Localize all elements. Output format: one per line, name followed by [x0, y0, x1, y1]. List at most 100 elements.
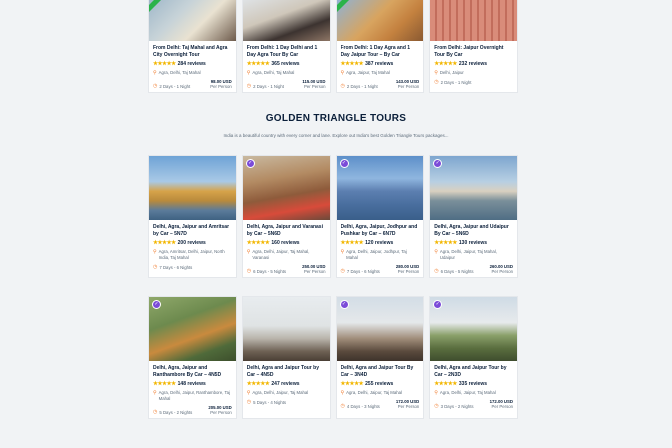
tour-title[interactable]: Delhi, Agra, Jaipur and Udaipur By Car –… [434, 224, 513, 237]
location-pin-icon: ⚲ [340, 70, 345, 76]
star-icon: ★★★★★ [153, 381, 176, 387]
verified-badge-icon: ✓ [245, 159, 255, 168]
clock-icon: ◷ [246, 83, 252, 89]
clock-icon: ◷ [153, 264, 158, 270]
tour-price: 98.00 USD Per Person [210, 79, 232, 89]
star-icon: ★★★★★ [340, 381, 364, 387]
tour-places: Agra, Delhi, Jaipur, Taj Mahal, Varanasi [252, 249, 310, 260]
clock-icon: ◷ [246, 268, 252, 274]
tour-duration: 2 Days - 1 Night [159, 83, 191, 89]
location-pin-icon: ⚲ [246, 70, 251, 76]
top-tours-row: From Delhi: Taj Mahal and Agra City Over… [148, 0, 518, 93]
tour-photo[interactable] [242, 297, 330, 361]
tour-card[interactable]: From Delhi: Taj Mahal and Agra City Over… [148, 0, 237, 93]
tour-card[interactable]: ✓ Delhi, Agra and Jaipur Tour By Car – 3… [335, 296, 425, 419]
clock-icon: ◷ [434, 268, 439, 274]
ribbon-badge [148, 0, 165, 15]
location-pin-icon: ⚲ [434, 390, 438, 396]
tour-card[interactable]: From Delhi: Jaipur Overnight Tour By Car… [429, 0, 518, 93]
verified-badge-icon: ✓ [339, 300, 349, 309]
tour-title[interactable]: From Delhi: 1 Day Agra and 1 Day Jaipur … [341, 45, 420, 58]
tour-photo[interactable] [242, 0, 330, 41]
tour-photo[interactable]: ✓ [149, 297, 236, 361]
tour-card[interactable]: From Delhi: 1 Day Agra and 1 Day Jaipur … [335, 0, 425, 93]
tour-places: Agra, Delhi, Taj Mahal [252, 70, 295, 75]
tour-duration: 7 Days - 6 Nights [159, 264, 193, 270]
tour-title[interactable]: From Delhi: 1 Day Delhi and 1 Day Agra T… [247, 45, 326, 58]
review-count: 232 reviews [458, 61, 487, 67]
tour-duration: 3 Days - 2 Nights [440, 403, 474, 409]
tour-photo[interactable]: ✓ [336, 297, 424, 361]
tour-title[interactable]: Delhi, Agra and Jaipur Tour By Car – 3N4… [341, 365, 420, 378]
tour-card[interactable]: ✓ Delhi, Agra, Jaipur and Udaipur By Car… [429, 155, 518, 278]
location-pin-icon: ⚲ [434, 70, 438, 76]
tour-photo[interactable] [336, 0, 424, 41]
tour-places: Agra, Delhi, Jaipur, Jodhpur, Taj Mahal [346, 249, 407, 260]
tour-price: 172.00 USD Per Person [395, 399, 420, 409]
location-pin-icon: ⚲ [246, 249, 251, 255]
clock-icon: ◷ [153, 409, 158, 415]
tour-card[interactable]: ✓ Delhi, Agra and Jaipur Tour by Car – 2… [429, 296, 518, 419]
tour-photo[interactable]: ✓ [336, 156, 424, 220]
tour-photo[interactable] [430, 0, 517, 41]
tour-photo[interactable]: ✓ [242, 156, 330, 220]
tour-places: Agra, Delhi, Taj Mahal [158, 70, 201, 75]
review-count: 120 reviews [365, 240, 394, 246]
tour-places: Agra, Delhi, Jaipur, Taj Mahal [439, 390, 496, 395]
review-count: 365 reviews [271, 61, 300, 67]
tour-places: Agra, Delhi, Jaipur, Taj Mahal [252, 390, 309, 395]
tour-places: Delhi, Jaipur [439, 70, 464, 75]
review-count: 148 reviews [177, 381, 206, 387]
tour-card[interactable]: ✓ Delhi, Agra, Jaipur, Jodhpur and Pushk… [335, 155, 425, 278]
star-icon: ★★★★★ [340, 61, 364, 67]
review-count: 255 reviews [365, 381, 394, 387]
tour-photo[interactable] [148, 0, 236, 41]
tour-title[interactable]: Delhi, Agra, Jaipur and Varanasi by Car … [247, 224, 326, 237]
tour-card[interactable]: Delhi, Agra, Jaipur and Amritsar by Car … [148, 155, 237, 278]
verified-badge-icon: ✓ [152, 300, 161, 309]
tour-title[interactable]: Delhi, Agra and Jaipur Tour by Car – 4N5… [247, 365, 326, 378]
review-count: 130 reviews [458, 240, 487, 246]
tour-card[interactable]: ✓ Delhi, Agra, Jaipur and Ranthambore By… [148, 296, 237, 419]
tour-duration: 7 Days - 6 Nights [346, 268, 380, 274]
clock-icon: ◷ [340, 268, 345, 274]
tour-photo[interactable]: ✓ [430, 156, 517, 220]
tour-price: 205.00 USD Per Person [208, 405, 232, 415]
tour-duration: 2 Days - 1 Night [346, 83, 378, 89]
tour-title[interactable]: From Delhi: Taj Mahal and Agra City Over… [153, 45, 232, 58]
tour-title[interactable]: Delhi, Agra, Jaipur and Amritsar by Car … [153, 224, 232, 237]
tour-title[interactable]: From Delhi: Jaipur Overnight Tour By Car [434, 45, 513, 58]
clock-icon: ◷ [434, 403, 439, 409]
tour-photo[interactable]: ✓ [430, 297, 517, 361]
verified-badge-icon: ✓ [339, 159, 349, 168]
review-count: 200 reviews [177, 240, 206, 246]
tour-price: 143.00 USD Per Person [395, 79, 420, 89]
tour-title[interactable]: Delhi, Agra, Jaipur, Jodhpur and Pushkar… [341, 224, 420, 237]
review-count: 247 reviews [271, 381, 300, 387]
tour-card[interactable]: Delhi, Agra and Jaipur Tour by Car – 4N5… [241, 296, 331, 419]
tour-price: 260.00 USD Per Person [489, 264, 513, 274]
tour-title[interactable]: Delhi, Agra and Jaipur Tour by Car – 2N3… [434, 365, 513, 378]
tour-photo[interactable] [149, 156, 236, 220]
tour-price: 280.00 USD Per Person [395, 264, 420, 274]
tour-card[interactable]: ✓ Delhi, Agra, Jaipur and Varanasi by Ca… [241, 155, 331, 278]
tour-places: Agra, Delhi, Jaipur, Taj Mahal, Udaipur [439, 249, 497, 260]
star-icon: ★★★★★ [246, 61, 270, 67]
location-pin-icon: ⚲ [153, 70, 157, 76]
review-count: 284 reviews [177, 61, 206, 67]
tour-duration: 5 Days - 4 Nights [253, 399, 287, 405]
tour-title[interactable]: Delhi, Agra, Jaipur and Ranthambore By C… [153, 365, 232, 378]
tour-duration: 2 Days - 1 Night [440, 79, 472, 85]
section-heading: GOLDEN TRIANGLE TOURS [265, 113, 407, 124]
star-icon: ★★★★★ [340, 240, 364, 246]
verified-badge-icon: ✓ [433, 159, 443, 168]
tour-card[interactable]: From Delhi: 1 Day Delhi and 1 Day Agra T… [241, 0, 331, 93]
tour-duration: 6 Days - 5 Nights [253, 268, 287, 274]
review-count: 387 reviews [365, 61, 394, 67]
location-pin-icon: ⚲ [434, 249, 438, 255]
clock-icon: ◷ [246, 399, 252, 405]
tour-duration: 6 Days - 5 Nights [440, 268, 474, 274]
location-pin-icon: ⚲ [153, 249, 157, 255]
clock-icon: ◷ [340, 83, 345, 89]
tour-places: Agra, Amritsar, Delhi, Jaipur, North Ind… [158, 249, 225, 260]
